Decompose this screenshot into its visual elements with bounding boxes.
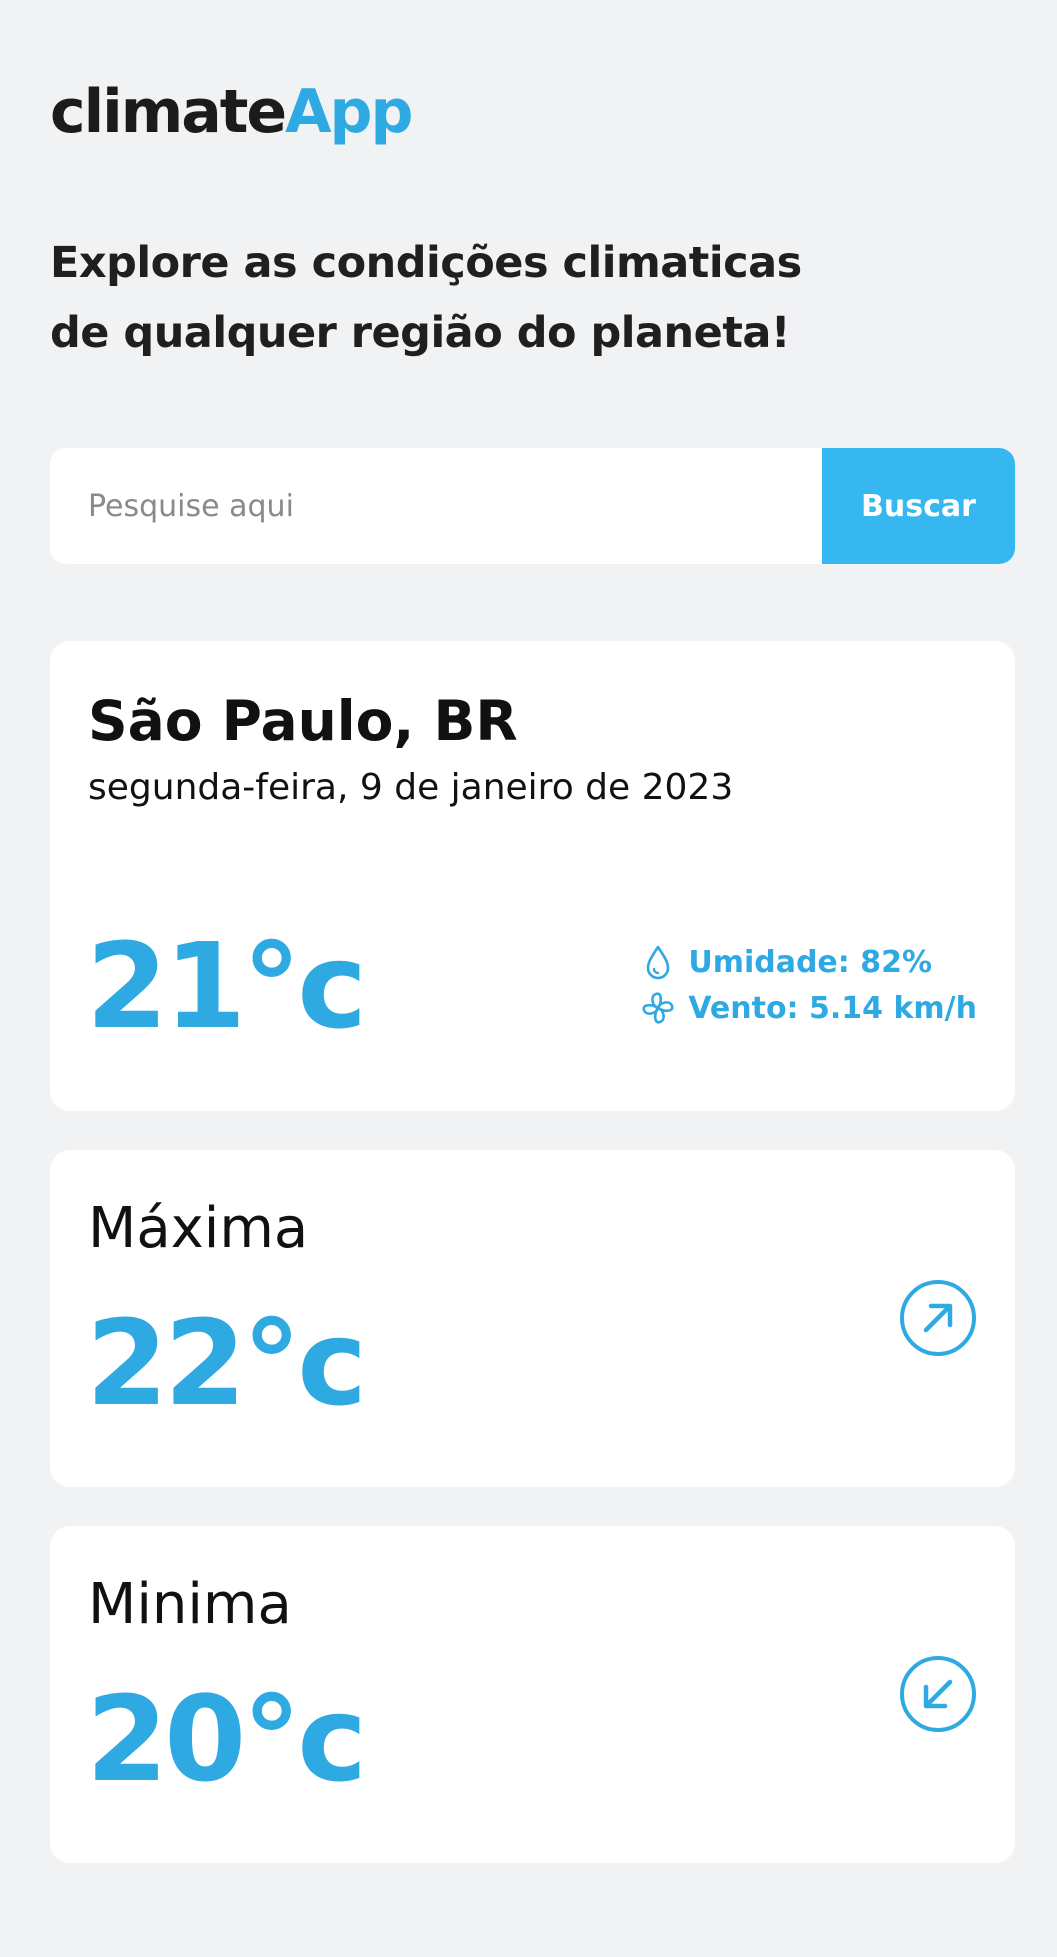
app-logo: climateApp [50,72,413,152]
search-bar: Buscar [50,448,1015,564]
wind-row: Vento: 5.14 km/h [638,985,977,1031]
fan-icon [642,992,674,1024]
humidity-row: Umidade: 82% [638,939,977,985]
max-temperature-card: Máxima 22°c [50,1150,1015,1487]
max-label: Máxima [88,1196,309,1261]
min-label: Minima [88,1572,292,1637]
headline-line-1: Explore as condições climaticas [50,238,802,288]
min-temperature: 20°c [86,1670,367,1808]
current-date: segunda-feira, 9 de janeiro de 2023 [88,767,734,808]
search-input[interactable] [50,448,822,564]
arrow-up-right-icon [900,1280,976,1356]
min-temperature-card: Minima 20°c [50,1526,1015,1863]
page-headline: Explore as condições climaticas de qualq… [50,228,950,368]
logo-text-app: App [285,77,413,147]
droplet-icon [647,945,670,980]
max-temperature: 22°c [86,1294,367,1432]
humidity-text: Umidade: 82% [688,944,933,980]
headline-line-2: de qualquer região do planeta! [50,308,791,358]
page: climateApp Explore as condições climatic… [0,0,1057,1957]
arrow-down-left-icon [900,1656,976,1732]
wind-text: Vento: 5.14 km/h [688,990,977,1026]
city-name: São Paulo, BR [88,689,518,753]
logo-text-climate: climate [50,77,287,147]
current-temperature: 21°c [86,917,367,1055]
weather-details: Umidade: 82% Vento: 5.14 km/h [638,939,977,1031]
current-weather-card: São Paulo, BR segunda-feira, 9 de janeir… [50,641,1015,1111]
search-button[interactable]: Buscar [822,448,1015,564]
